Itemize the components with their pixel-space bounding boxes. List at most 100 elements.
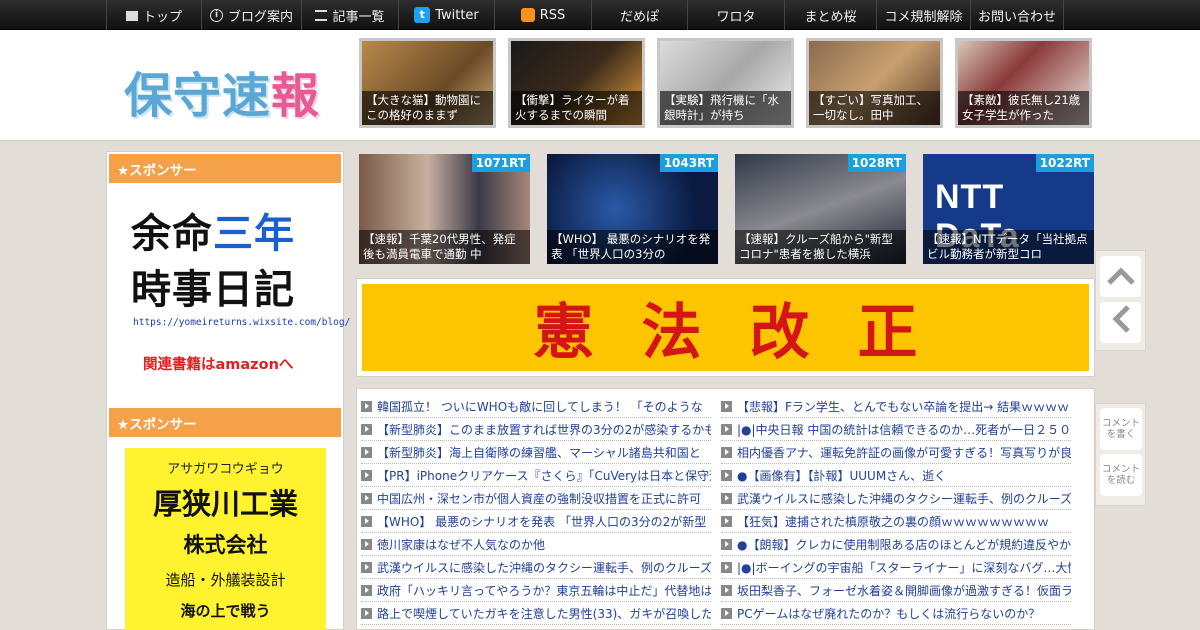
- article-link[interactable]: 政府「ハッキリ言ってやろうか？東京五輪は中止だ」代替地は: [361, 579, 711, 602]
- chevron-left-icon: [1111, 304, 1131, 342]
- article-link[interactable]: 【新型肺炎】海上自衛隊の練習艦、マーシャル諸島共和国と: [361, 441, 711, 464]
- comment-read-button[interactable]: コメント を読む: [1100, 454, 1142, 496]
- article-link[interactable]: 武漢ウイルスに感染した沖縄のタクシー運転手、例のクルーズ: [721, 487, 1071, 510]
- nav-item[interactable]: トップ: [106, 0, 201, 30]
- article-link[interactable]: 【PR】iPhoneクリアケース『さくら』「CuVeryは日本と保守速: [361, 464, 711, 487]
- header-thumb[interactable]: 【衝撃】ライターが着火するまでの瞬間: [508, 38, 645, 128]
- logo-text-1: 保守: [124, 68, 223, 124]
- twitter-icon: t: [414, 7, 431, 23]
- header-thumb[interactable]: 【すごい】写真加工、一切なし。田中: [806, 38, 943, 128]
- ad-amazon-link[interactable]: 関連書籍はamazonへ: [143, 353, 293, 374]
- article-column-right: 【悲報】Fラン学生、とんでもない卒論を提出→ 結果ｗｗｗｗ |●|中央日報 中国の…: [721, 395, 1071, 625]
- arrow-bullet-icon: [361, 469, 372, 481]
- nav-item[interactable]: まとめ桜: [784, 0, 876, 30]
- article-link[interactable]: 【新型肺炎】このまま放置すれば世界の3分の2が感染するかも: [361, 418, 711, 441]
- nav-item[interactable]: コメ規制解除: [876, 0, 970, 30]
- article-link[interactable]: 【悲報】Fラン学生、とんでもない卒論を提出→ 結果ｗｗｗｗ: [721, 395, 1071, 418]
- constitution-banner[interactable]: 憲法改正: [362, 284, 1089, 371]
- article-link[interactable]: 坂田梨香子、フォーゼ水着姿＆開脚画像が過激すぎる！仮面ラ: [721, 579, 1071, 602]
- article-title: 【新型肺炎】海上自衛隊の練習艦、マーシャル諸島共和国と: [377, 445, 701, 460]
- ad2-kana: アサガワコウギョウ: [167, 462, 284, 477]
- nav-item[interactable]: t Twitter: [398, 0, 494, 30]
- article-link[interactable]: 相内優香アナ、運転免許証の画像が可愛すぎる！写真写りが良: [721, 441, 1071, 464]
- arrow-bullet-icon: [361, 584, 372, 596]
- arrow-bullet-icon: [721, 492, 732, 504]
- nav-item[interactable]: ワロタ: [687, 0, 784, 30]
- article-title: 【WHO】 最悪のシナリオを発表 「世界人口の3分の2が新型: [377, 514, 707, 529]
- ad2-desc: 造船・外艤装設計: [165, 571, 286, 589]
- article-link[interactable]: ●【画像有】【訃報】UUUMさん、逝く: [721, 464, 1071, 487]
- arrow-bullet-icon: [721, 561, 732, 573]
- logo-text-2: 速: [222, 68, 272, 124]
- article-link[interactable]: 【WHO】 最悪のシナリオを発表 「世界人口の3分の2が新型: [361, 510, 711, 533]
- ad-headline-1b: 三年: [213, 211, 295, 257]
- header-thumbnails: 【大きな猫】動物園にこの格好のままず 【衝撃】ライターが着火するまでの瞬間 【実験】…: [359, 38, 1092, 128]
- article-title: ●【画像有】【訃報】UUUMさん、逝く: [737, 468, 947, 483]
- article-link[interactable]: ●【朗報】クレカに使用制限ある店のほとんどが規約違反やか: [721, 533, 1071, 556]
- nav-label: Twitter: [435, 7, 479, 23]
- header-thumb[interactable]: 【実験】飛行機に「水銀時計」が持ち: [657, 38, 794, 128]
- article-title: 武漢ウイルスに感染した沖縄のタクシー運転手、例のクルーズ: [737, 491, 1071, 506]
- article-link[interactable]: 徳川家康はなぜ不人気なのか他: [361, 533, 711, 556]
- thumb-caption: 【速報】クルーズ船から"新型コロナ"患者を搬した横浜: [735, 230, 906, 264]
- article-link[interactable]: 中国広州・深セン市が個人資産の強制没収措置を正式に許可: [361, 487, 711, 510]
- nav-label: トップ: [142, 9, 182, 25]
- nav-label: コメ規制解除: [884, 9, 963, 25]
- article-link[interactable]: 韓国孤立！ ついにWHOも敵に回してしまう！ 「そのような: [361, 395, 711, 418]
- arrow-bullet-icon: [361, 492, 372, 504]
- article-link[interactable]: |●|ボーイングの宇宙船「スターライナー」に深刻なバグ…大惨: [721, 556, 1071, 579]
- article-title: 武漢ウイルスに感染した沖縄のタクシー運転手、例のクルーズ: [377, 560, 711, 575]
- nav-item[interactable]: だめぽ: [591, 0, 687, 30]
- arrow-bullet-icon: [721, 400, 732, 412]
- nav-items: トップ i ブログ案内 記事一覧 t Twitter RSS だめぽ ワロタ まとめ桜 コメ規制解除…: [106, 0, 1064, 30]
- article-list: 韓国孤立！ ついにWHOも敵に回してしまう！ 「そのような 【新型肺炎】このまま放…: [356, 388, 1095, 630]
- arrow-bullet-icon: [721, 446, 732, 458]
- nav-item[interactable]: i ブログ案内: [201, 0, 301, 30]
- rt-thumb[interactable]: NTT DaTa1022RT【速報】NTTデータ「当社拠点ビル勤務者が新型コロ: [923, 154, 1094, 264]
- site-logo[interactable]: 保守速報: [124, 56, 320, 126]
- article-title: 坂田梨香子、フォーゼ水着姿＆開脚画像が過激すぎる！仮面ラ: [737, 583, 1071, 598]
- ad-url: https://yomeireturns.wixsite.com/blog/: [133, 317, 351, 328]
- article-title: 政府「ハッキリ言ってやろうか？東京五輪は中止だ」代替地は: [377, 583, 711, 598]
- thumb-caption: 【素敵】彼氏無し21歳女子学生が作った: [958, 91, 1089, 125]
- sponsor-ad-asagawa[interactable]: アサガワコウギョウ 厚狭川工業 株式会社 造船・外艤装設計 海の上で戦う: [125, 448, 326, 630]
- rt-count-badge: 1043RT: [659, 154, 718, 172]
- sponsor-title-2: ★スポンサー: [109, 408, 341, 437]
- thumb-caption: 【速報】NTTデータ「当社拠点ビル勤務者が新型コロ: [923, 230, 1094, 264]
- thumb-caption: 【実験】飛行機に「水銀時計」が持ち: [660, 91, 791, 125]
- rt-count-badge: 1071RT: [471, 154, 530, 172]
- rt-thumb[interactable]: 1043RT 【WHO】 最悪のシナリオを発表 「世界人口の3分の: [547, 154, 718, 264]
- back-button[interactable]: [1100, 302, 1141, 343]
- nav-item[interactable]: RSS: [494, 0, 591, 30]
- comment-float: コメント を書く コメント を読む: [1095, 403, 1146, 506]
- sponsor-ad-yomei[interactable]: 余命三年 時事日記 https://yomeireturns.wixsite.c…: [107, 185, 350, 405]
- article-link[interactable]: 【狂気】逮捕された槙原敬之の裏の顔ｗｗｗｗｗｗｗｗｗ: [721, 510, 1071, 533]
- article-title: ●【朗報】クレカに使用制限ある店のほとんどが規約違反やか: [737, 537, 1071, 552]
- nav-item[interactable]: 記事一覧: [301, 0, 398, 30]
- header-thumb[interactable]: 【大きな猫】動物園にこの格好のままず: [359, 38, 496, 128]
- nav-label: ブログ案内: [227, 9, 293, 25]
- nav-label: だめぽ: [619, 9, 659, 25]
- article-link[interactable]: 路上で喫煙していたガキを注意した男性(33)、ガキが召喚した父: [361, 602, 711, 625]
- header-thumb[interactable]: 【素敵】彼氏無し21歳女子学生が作った: [955, 38, 1092, 128]
- rt-thumb[interactable]: 1028RT 【速報】クルーズ船から"新型コロナ"患者を搬した横浜: [735, 154, 906, 264]
- nav-item[interactable]: お問い合わせ: [970, 0, 1064, 30]
- thumb-caption: 【速報】千葉20代男性、発症後も満員電車で通勤 中: [359, 230, 530, 264]
- article-title: 【悲報】Fラン学生、とんでもない卒論を提出→ 結果ｗｗｗｗ: [737, 399, 1070, 414]
- article-link[interactable]: |●|中央日報 中国の統計は信頼できるのか…死者が一日２５０: [721, 418, 1071, 441]
- rt-thumb[interactable]: 1071RT 【速報】千葉20代男性、発症後も満員電車で通勤 中: [359, 154, 530, 264]
- article-title: 路上で喫煙していたガキを注意した男性(33)、ガキが召喚した父: [377, 606, 711, 621]
- article-link[interactable]: PCゲームはなぜ廃れたのか？もしくは流行らないのか？: [721, 602, 1071, 625]
- article-link[interactable]: 武漢ウイルスに感染した沖縄のタクシー運転手、例のクルーズ: [361, 556, 711, 579]
- ad2-company-name: 厚狭川工業: [152, 487, 298, 521]
- ad-headline-2: 時事日記: [131, 267, 295, 313]
- float-nav: [1095, 250, 1146, 351]
- logo-text-3: 報: [271, 68, 321, 124]
- thumb-caption: 【大きな猫】動物園にこの格好のままず: [362, 91, 493, 125]
- article-title: |●|中央日報 中国の統計は信頼できるのか…死者が一日２５０: [737, 422, 1071, 437]
- article-title: PCゲームはなぜ廃れたのか？もしくは流行らないのか？: [737, 606, 1041, 621]
- comment-write-button[interactable]: コメント を書く: [1100, 408, 1142, 450]
- nav-label: お問い合わせ: [977, 9, 1056, 25]
- scroll-top-button[interactable]: [1100, 256, 1141, 297]
- ad2-corp: 株式会社: [183, 533, 268, 557]
